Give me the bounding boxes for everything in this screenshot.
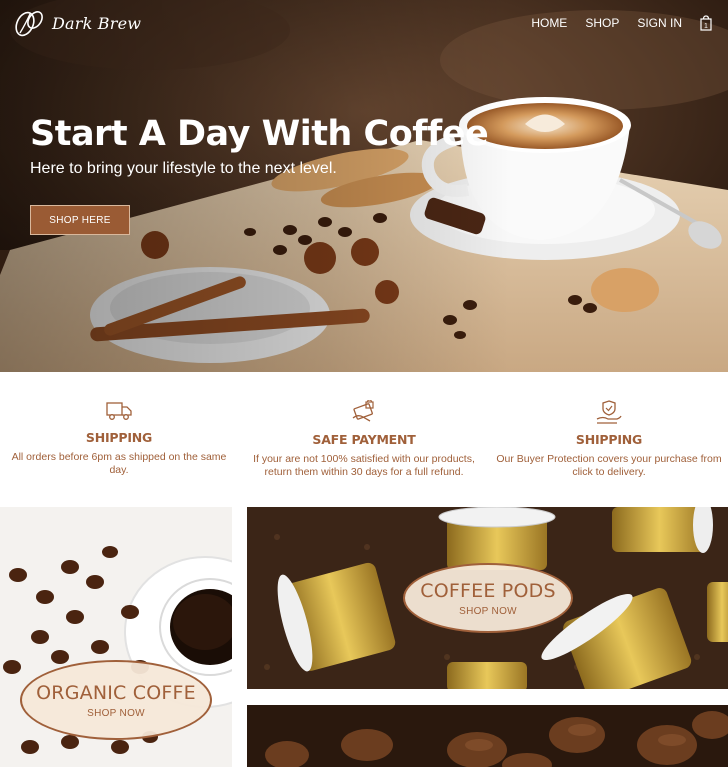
coffee-pods-label: COFFEE PODS SHOP NOW: [403, 563, 573, 633]
coffee-pods-tile[interactable]: COFFEE PODS SHOP NOW: [247, 507, 728, 689]
tile-title: COFFEE PODS: [420, 579, 556, 602]
hero-text-block: Start A Day With Coffee Here to bring yo…: [30, 114, 489, 178]
tile-title: ORGANIC COFFE: [36, 681, 196, 704]
hero-subtitle: Here to bring your lifestyle to the next…: [30, 160, 337, 177]
secure-payment-icon: [352, 400, 374, 422]
organic-coffee-label: ORGANIC COFFE SHOP NOW: [20, 660, 212, 740]
hero-title: Start A Day With Coffee: [30, 114, 489, 154]
shop-here-button[interactable]: SHOP HERE: [30, 205, 130, 235]
truck-icon: [106, 402, 132, 420]
organic-coffee-tile[interactable]: ORGANIC COFFE SHOP NOW: [0, 507, 232, 767]
feature-title: SHIPPING: [575, 432, 643, 447]
shop-now-link[interactable]: SHOP NOW: [459, 606, 517, 617]
feature-buyer-protection: SHIPPING Our Buyer Protection covers you…: [491, 400, 727, 479]
features-section: SHIPPING All orders before 6pm as shippe…: [0, 372, 728, 507]
nav-home-link[interactable]: HOME: [531, 16, 567, 30]
cart-button[interactable]: 1: [700, 15, 712, 31]
feature-description: All orders before 6pm as shipped on the …: [11, 451, 227, 476]
top-navigation: Dark Brew HOME SHOP SIGN IN 1: [0, 0, 728, 46]
brand-logo[interactable]: Dark Brew: [14, 8, 141, 38]
feature-safe-payment: SAFE PAYMENT If your are not 100% satisf…: [246, 400, 482, 479]
hand-shield-icon: [596, 400, 622, 424]
coffee-beans-image: [247, 705, 728, 767]
feature-shipping: SHIPPING All orders before 6pm as shippe…: [1, 400, 237, 477]
feature-title: SHIPPING: [85, 430, 153, 445]
shopping-bag-icon: 1: [700, 15, 712, 31]
brand-name: Dark Brew: [52, 13, 142, 33]
nav-sign-in-link[interactable]: SIGN IN: [637, 16, 682, 30]
coffee-beans-tile[interactable]: [247, 705, 728, 767]
coffee-bean-logo-icon: [15, 11, 43, 37]
main-menu: HOME SHOP SIGN IN 1: [513, 15, 712, 31]
hero-banner: Dark Brew HOME SHOP SIGN IN 1 Start A Da…: [0, 0, 728, 372]
feature-description: If your are not 100% satisfied with our …: [253, 453, 475, 478]
shop-now-link[interactable]: SHOP NOW: [87, 708, 145, 719]
nav-shop-link[interactable]: SHOP: [585, 16, 619, 30]
hero-coffee-image: [0, 0, 728, 372]
cart-count: 1: [704, 23, 708, 30]
feature-title: SAFE PAYMENT: [312, 432, 416, 447]
feature-description: Our Buyer Protection covers your purchas…: [496, 453, 722, 478]
